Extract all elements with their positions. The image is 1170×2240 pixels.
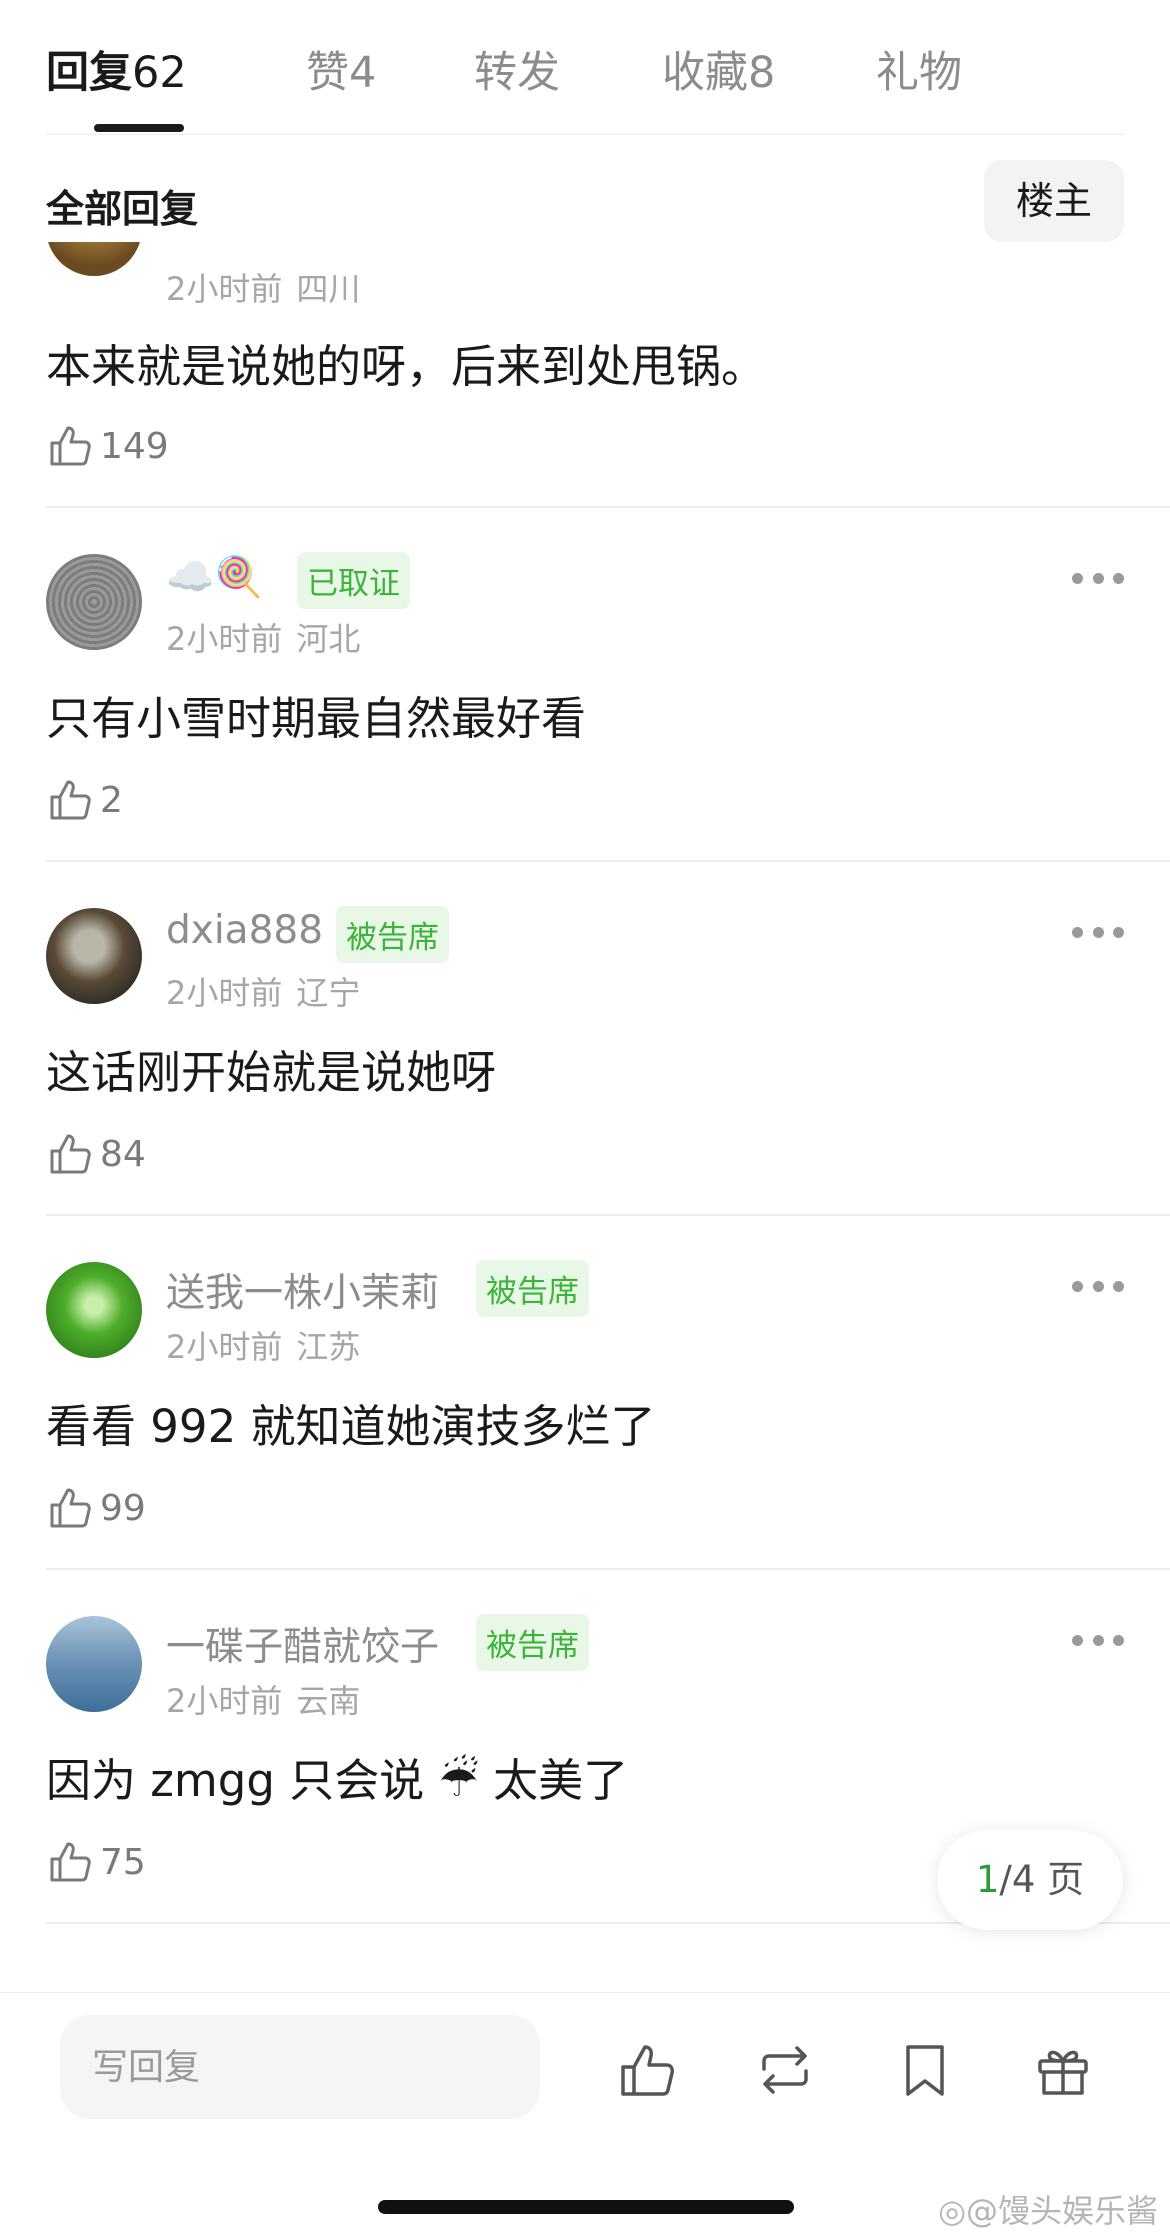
comment-feed[interactable]: 2小时前 四川 本来就是说她的呀，后来到处甩锅。 149 ☁️🍭 已取证 2小时前… (0, 242, 1170, 1992)
avatar[interactable] (46, 1262, 142, 1358)
like-icon[interactable] (616, 2039, 678, 2101)
reply-filter-header: 全部回复 楼主 (46, 160, 1124, 242)
status-badge: 被告席 (476, 1260, 589, 1317)
tab-bar: 回复62 赞4 转发 收藏8 礼物 (46, 0, 1124, 135)
avatar[interactable] (46, 908, 142, 1004)
tab-favorites[interactable]: 收藏8 (662, 38, 775, 100)
like-button[interactable]: 99 (46, 1482, 146, 1534)
watermark: ◎@馒头娱乐酱 (938, 2192, 1158, 2230)
more-icon[interactable] (1072, 922, 1124, 942)
status-badge: 被告席 (476, 1614, 589, 1671)
comment-text: 只有小雪时期最自然最好看 (46, 692, 587, 745)
current-page: 1 (975, 1858, 1000, 1901)
comment-meta: 2小时前 云南 (166, 1682, 361, 1720)
avatar[interactable] (46, 554, 142, 650)
thumbs-up-icon (50, 1842, 91, 1882)
thumbs-up-icon (50, 1488, 91, 1528)
divider (46, 1568, 1170, 1570)
comment-text: 这话刚开始就是说她呀 (46, 1046, 497, 1099)
like-button[interactable]: 75 (46, 1836, 146, 1888)
thumbs-up-icon (50, 1134, 91, 1174)
page-total: /4 页 (999, 1858, 1085, 1901)
comment-meta: 2小时前 江苏 (166, 1328, 361, 1366)
username[interactable]: 送我一株小茉莉 (166, 1262, 439, 1318)
owner-filter-button[interactable]: 楼主 (984, 160, 1124, 242)
like-count: 84 (100, 1133, 146, 1175)
status-badge: 已取证 (297, 552, 410, 609)
comment-meta: 2小时前 河北 (166, 620, 361, 658)
like-button[interactable]: 2 (46, 774, 123, 826)
more-icon[interactable] (1072, 568, 1124, 588)
avatar[interactable] (46, 242, 142, 276)
all-replies-title: 全部回复 (46, 187, 199, 231)
bookmark-icon[interactable] (894, 2039, 956, 2101)
tab-reposts[interactable]: 转发 (474, 38, 560, 100)
thumbs-up-icon (50, 426, 91, 466)
page-indicator[interactable]: 1/4 页 (937, 1830, 1123, 1930)
divider (46, 860, 1170, 862)
username[interactable]: 一碟子醋就饺子 (166, 1616, 439, 1672)
active-tab-indicator (94, 124, 184, 132)
tab-likes[interactable]: 赞4 (306, 38, 376, 100)
reply-input[interactable] (60, 2015, 540, 2119)
username[interactable]: dxia888 (166, 908, 323, 953)
comment-text: 看看 992 就知道她演技多烂了 (46, 1400, 656, 1453)
repost-icon[interactable] (754, 2039, 816, 2101)
more-icon[interactable] (1072, 1276, 1124, 1296)
tab-replies[interactable]: 回复62 (46, 38, 187, 100)
divider (46, 506, 1170, 508)
home-indicator (378, 2200, 794, 2214)
status-badge: 被告席 (336, 906, 449, 963)
comment-text: 因为 zmgg 只会说 ☔ 太美了 (46, 1754, 629, 1807)
like-button[interactable]: 84 (46, 1128, 146, 1180)
like-count: 75 (100, 1841, 146, 1883)
comment-meta: 2小时前 辽宁 (166, 974, 361, 1012)
like-count: 99 (100, 1487, 146, 1529)
comment-meta: 2小时前 四川 (166, 270, 361, 308)
divider (46, 1214, 1170, 1216)
more-icon[interactable] (1072, 1630, 1124, 1650)
like-button[interactable]: 149 (46, 420, 169, 472)
like-count: 149 (100, 425, 169, 467)
like-count: 2 (100, 779, 123, 821)
avatar[interactable] (46, 1616, 142, 1712)
weibo-icon: ◎ (938, 2192, 966, 2230)
comment-text: 本来就是说她的呀，后来到处甩锅。 (46, 340, 767, 393)
tab-gifts[interactable]: 礼物 (876, 38, 962, 100)
username[interactable]: ☁️🍭 (166, 554, 263, 600)
thumbs-up-icon (50, 780, 91, 820)
gift-icon[interactable] (1032, 2039, 1094, 2101)
